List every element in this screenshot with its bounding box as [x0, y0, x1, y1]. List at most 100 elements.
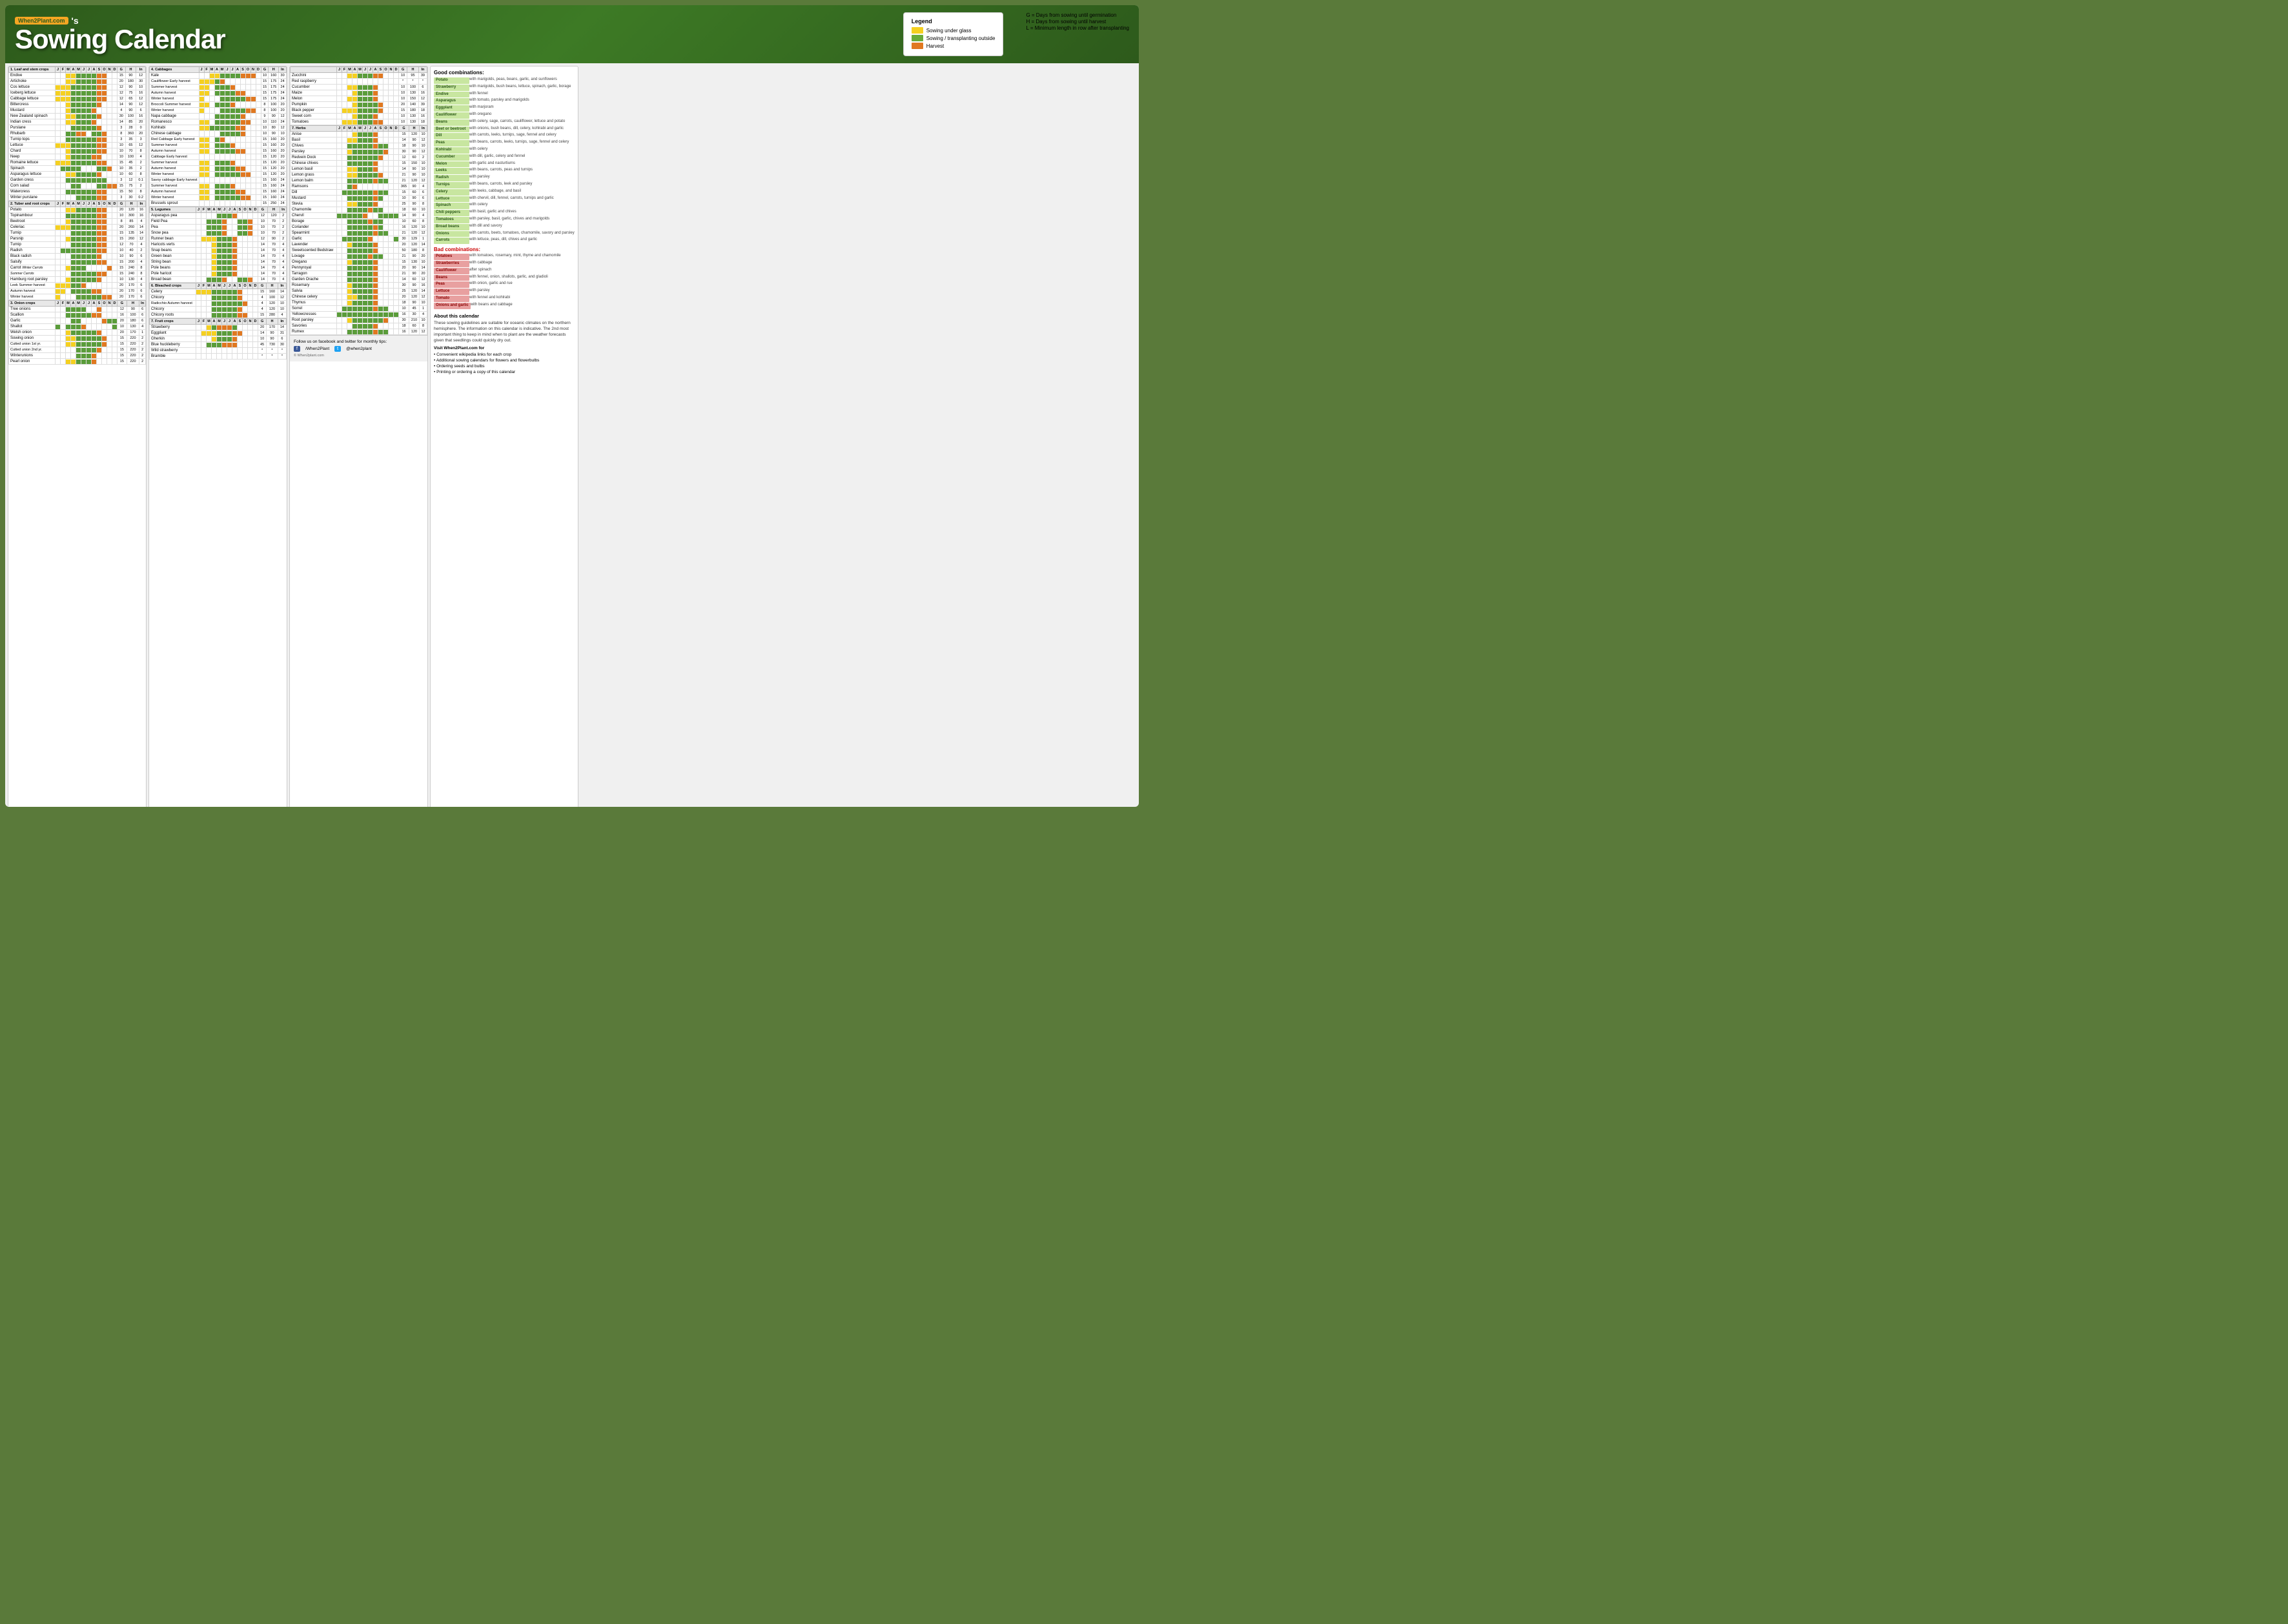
table-row: Anise1512010	[291, 132, 427, 137]
combo-name: Potatoes	[434, 254, 469, 260]
month-cell	[66, 225, 71, 230]
stat-g: 20	[117, 318, 127, 324]
stat-in: 8	[420, 248, 427, 254]
table-row: String bean14704	[150, 259, 287, 265]
month-cell	[214, 96, 220, 102]
month-cell	[383, 323, 389, 329]
legend-note-1: G = Days from sowing until germination	[1026, 12, 1129, 18]
month-cell	[92, 189, 97, 195]
month-cell	[337, 254, 342, 259]
stat-g: 8	[117, 131, 126, 137]
month-cell	[352, 196, 358, 201]
month-cell	[81, 166, 87, 172]
month-cell	[240, 96, 245, 102]
column-1: 1. Leaf and stem crops JFMAMJJASOND GHIn…	[8, 66, 147, 807]
month-cell	[373, 85, 378, 90]
stat-h: 100	[269, 102, 279, 108]
stat-in: 12	[420, 149, 427, 155]
month-cell	[61, 73, 66, 79]
month-cell	[230, 178, 235, 183]
combo-name: Strawberries	[434, 261, 469, 267]
month-cell	[243, 271, 248, 277]
month-cell	[232, 248, 238, 254]
month-cell	[235, 148, 240, 154]
month-cell	[373, 90, 378, 96]
month-cell	[66, 154, 71, 160]
visit-title: Visit When2Plant.com for	[434, 346, 575, 350]
month-cell	[253, 312, 258, 318]
month-cell	[112, 102, 117, 108]
month-cell	[207, 219, 212, 225]
month-cell	[378, 108, 383, 114]
month-cell	[225, 195, 230, 201]
combo-name: Tomato	[434, 296, 469, 302]
month-cell	[201, 312, 207, 318]
stat-in: 6	[139, 312, 146, 318]
month-cell	[245, 108, 250, 114]
month-cell	[76, 271, 81, 277]
month-cell	[243, 330, 248, 336]
month-cell	[217, 354, 222, 360]
month-cell	[87, 189, 92, 195]
month-cell	[383, 196, 389, 201]
combo-desc: with onions, bush beans, dill, celery, k…	[469, 127, 564, 133]
month-cell	[378, 318, 383, 323]
month-cell	[112, 131, 117, 137]
combo-name: Tomatoes	[434, 217, 469, 223]
section2-table: 2. Tuber and root crops JFMAMJJASOND GHI…	[8, 201, 146, 300]
stat-in: 4	[137, 242, 145, 248]
month-cell	[71, 353, 76, 359]
facebook-handle: /When2Plant	[305, 347, 329, 351]
table-row: Pearl onion152202	[9, 359, 146, 365]
month-cell	[240, 108, 245, 114]
crop-name: Pennyroyal	[291, 265, 337, 271]
month-cell	[347, 225, 352, 230]
month-cell	[337, 108, 342, 114]
month-cell	[66, 254, 71, 259]
stat-g: 15	[258, 289, 267, 295]
stat-g: 12	[117, 85, 126, 90]
month-cell	[87, 324, 92, 330]
month-cell	[383, 236, 389, 242]
month-cell	[212, 295, 217, 301]
table-row: Maize1013016	[291, 90, 427, 96]
stat-g: 15	[117, 183, 126, 189]
month-cell	[87, 137, 92, 143]
month-cell	[102, 207, 107, 213]
stat-in: 4	[139, 324, 146, 330]
month-cell	[225, 96, 230, 102]
combo-desc: after spinach	[469, 268, 491, 274]
month-cell	[61, 347, 66, 353]
month-cell	[358, 306, 363, 312]
table-row: Tree onions12906	[9, 307, 146, 312]
month-cell	[240, 143, 245, 148]
month-cell	[232, 225, 238, 230]
month-cell	[347, 242, 352, 248]
month-cell	[61, 353, 66, 359]
month-cell	[220, 96, 225, 102]
month-cell	[394, 236, 399, 242]
month-cell	[253, 236, 258, 242]
stat-g: 21	[399, 230, 409, 236]
stat-in: 20	[279, 108, 287, 114]
month-cell	[256, 183, 261, 189]
month-cell	[227, 301, 232, 307]
table-row: Salsify152004	[9, 259, 146, 265]
month-cell	[238, 301, 243, 307]
stat-g: 4	[258, 295, 267, 301]
table-row: Celeriac2026014	[9, 225, 146, 230]
month-cell	[112, 137, 117, 143]
month-cell	[214, 189, 220, 195]
month-cell	[394, 213, 399, 219]
month-cell	[97, 259, 102, 265]
month-cell	[352, 312, 358, 318]
month-cell	[235, 73, 240, 79]
month-cell	[207, 236, 212, 242]
list-item: Kohlrabiwith celery	[434, 147, 575, 154]
month-cell	[199, 96, 204, 102]
month-cell	[342, 108, 347, 114]
month-cell	[199, 102, 204, 108]
month-cell	[368, 277, 373, 283]
stat-in: 20	[279, 172, 287, 178]
month-cell	[232, 312, 238, 318]
